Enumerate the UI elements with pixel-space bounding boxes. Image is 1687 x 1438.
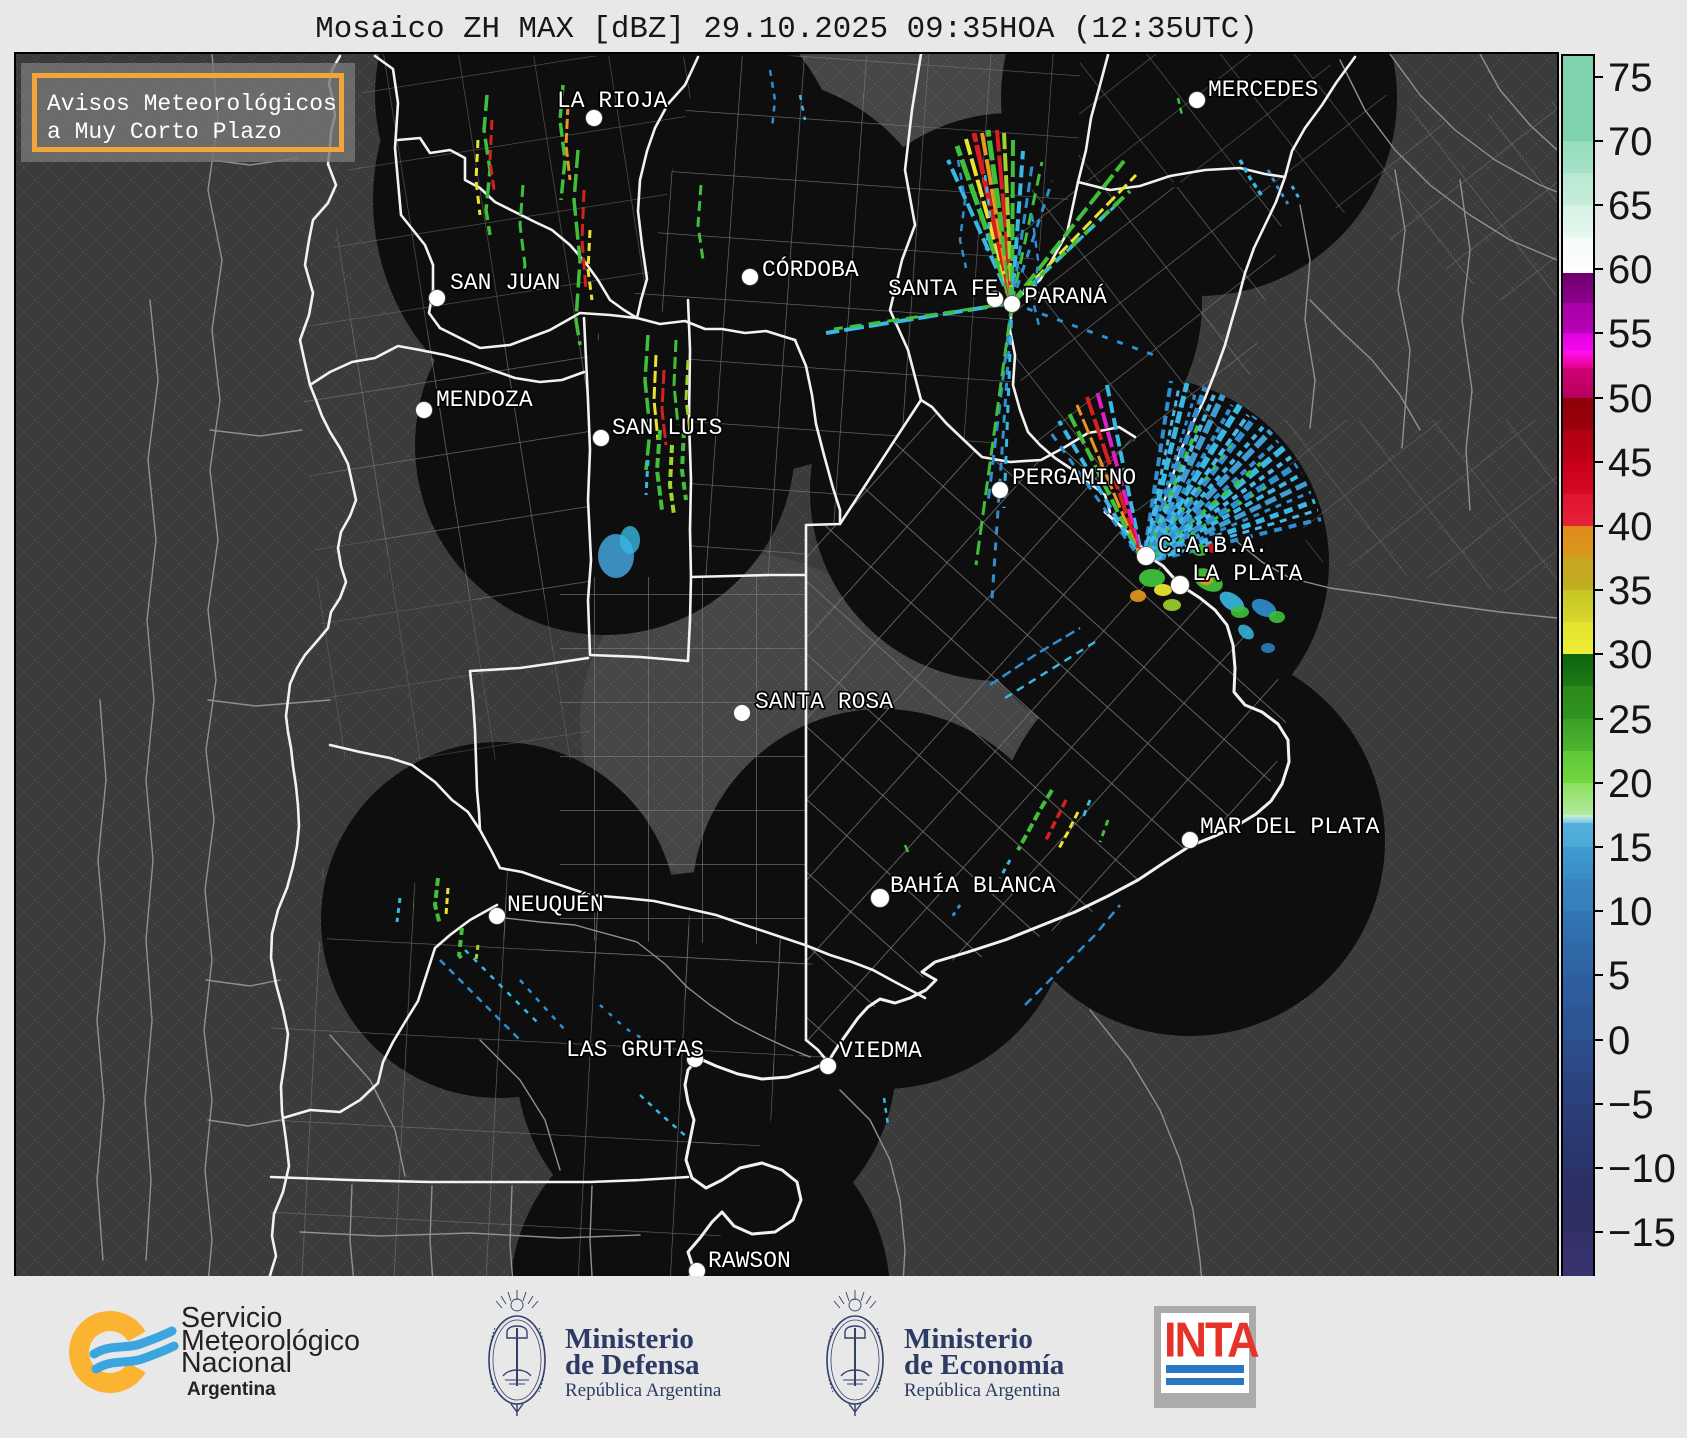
svg-text:RAWSON: RAWSON	[708, 1248, 791, 1274]
svg-text:SAN LUIS: SAN LUIS	[612, 415, 722, 441]
svg-text:MAR DEL PLATA: MAR DEL PLATA	[1200, 814, 1380, 840]
svg-text:SAN JUAN: SAN JUAN	[450, 270, 560, 296]
svg-text:LA PLATA: LA PLATA	[1192, 561, 1303, 587]
svg-text:C.A.B.A.: C.A.B.A.	[1158, 533, 1268, 559]
svg-text:PERGAMINO: PERGAMINO	[1012, 465, 1136, 491]
svg-text:NEUQUÉN: NEUQUÉN	[507, 891, 604, 918]
svg-text:MERCEDES: MERCEDES	[1208, 77, 1318, 103]
svg-text:LAS GRUTAS: LAS GRUTAS	[566, 1037, 704, 1063]
svg-text:LA RIOJA: LA RIOJA	[557, 88, 668, 114]
svg-text:CÓRDOBA: CÓRDOBA	[762, 255, 859, 283]
svg-text:VIEDMA: VIEDMA	[839, 1038, 922, 1064]
svg-text:MENDOZA: MENDOZA	[436, 387, 533, 413]
svg-text:SANTA ROSA: SANTA ROSA	[755, 689, 893, 715]
svg-text:SANTA FE: SANTA FE	[888, 276, 998, 302]
svg-text:BAHÍA BLANCA: BAHÍA BLANCA	[890, 872, 1056, 899]
svg-text:PARANÁ: PARANÁ	[1024, 283, 1107, 310]
